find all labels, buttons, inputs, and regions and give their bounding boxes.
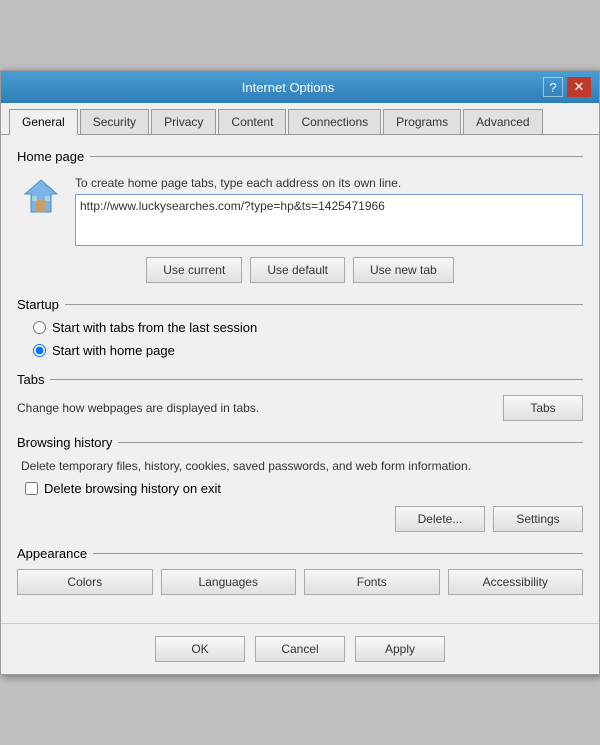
tabs-description: Change how webpages are displayed in tab… (17, 401, 503, 415)
bottom-bar: OK Cancel Apply (1, 623, 599, 674)
delete-on-exit-label[interactable]: Delete browsing history on exit (25, 481, 583, 496)
startup-options: Start with tabs from the last session St… (33, 320, 583, 358)
tabs-content: Change how webpages are displayed in tab… (17, 395, 583, 421)
accessibility-button[interactable]: Accessibility (448, 569, 584, 595)
window-title: Internet Options (33, 80, 543, 95)
settings-button[interactable]: Settings (493, 506, 583, 532)
browsing-history-content: Delete temporary files, history, cookies… (17, 458, 583, 532)
delete-button[interactable]: Delete... (395, 506, 485, 532)
use-new-tab-button[interactable]: Use new tab (353, 257, 454, 283)
help-button[interactable]: ? (543, 77, 563, 97)
title-bar-controls: ? ✕ (543, 77, 591, 97)
appearance-header: Appearance (17, 546, 583, 561)
home-page-header: Home page (17, 149, 583, 164)
title-bar: Internet Options ? ✕ (1, 71, 599, 103)
tabs-section: Tabs Change how webpages are displayed i… (17, 372, 583, 421)
home-page-section: Home page To create home page tabs, type… (17, 149, 583, 283)
colors-button[interactable]: Colors (17, 569, 153, 595)
internet-options-dialog: Internet Options ? ✕ General Security Pr… (0, 70, 600, 675)
browsing-history-buttons: Delete... Settings (21, 506, 583, 532)
home-page-description: To create home page tabs, type each addr… (75, 172, 583, 190)
tab-content-area: Home page To create home page tabs, type… (1, 135, 599, 623)
tab-advanced[interactable]: Advanced (463, 109, 542, 134)
tab-content[interactable]: Content (218, 109, 286, 134)
startup-radio2[interactable] (33, 344, 46, 357)
tab-bar: General Security Privacy Content Connect… (1, 103, 599, 135)
home-page-buttons: Use current Use default Use new tab (17, 257, 583, 283)
cancel-button[interactable]: Cancel (255, 636, 345, 662)
apply-button[interactable]: Apply (355, 636, 445, 662)
startup-section: Startup Start with tabs from the last se… (17, 297, 583, 358)
tab-general[interactable]: General (9, 109, 78, 135)
home-icon (17, 172, 65, 220)
startup-radio1[interactable] (33, 321, 46, 334)
home-page-url-input[interactable]: http://www.luckysearches.com/?type=hp&ts… (75, 194, 583, 246)
tab-programs[interactable]: Programs (383, 109, 461, 134)
home-page-content: To create home page tabs, type each addr… (17, 172, 583, 249)
tab-connections[interactable]: Connections (288, 109, 381, 134)
appearance-buttons: Colors Languages Fonts Accessibility (17, 569, 583, 595)
startup-option2[interactable]: Start with home page (33, 343, 583, 358)
close-button[interactable]: ✕ (567, 77, 591, 97)
home-page-right: To create home page tabs, type each addr… (75, 172, 583, 249)
languages-button[interactable]: Languages (161, 569, 297, 595)
browsing-history-header: Browsing history (17, 435, 583, 450)
browsing-history-section: Browsing history Delete temporary files,… (17, 435, 583, 532)
fonts-button[interactable]: Fonts (304, 569, 440, 595)
tabs-header: Tabs (17, 372, 583, 387)
startup-header: Startup (17, 297, 583, 312)
browsing-history-description: Delete temporary files, history, cookies… (21, 458, 583, 475)
tabs-button[interactable]: Tabs (503, 395, 583, 421)
appearance-section: Appearance Colors Languages Fonts Access… (17, 546, 583, 595)
delete-on-exit-checkbox[interactable] (25, 482, 38, 495)
startup-option1[interactable]: Start with tabs from the last session (33, 320, 583, 335)
use-default-button[interactable]: Use default (250, 257, 345, 283)
tab-privacy[interactable]: Privacy (151, 109, 216, 134)
use-current-button[interactable]: Use current (146, 257, 242, 283)
tab-security[interactable]: Security (80, 109, 149, 134)
ok-button[interactable]: OK (155, 636, 245, 662)
